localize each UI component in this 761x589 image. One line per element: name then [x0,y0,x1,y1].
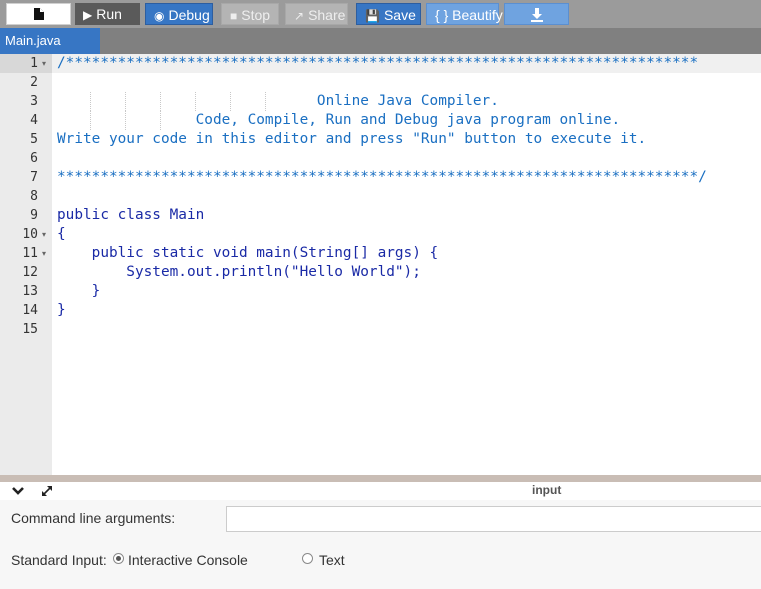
stop-icon: ■ [230,9,238,23]
input-panel-header: input [0,482,761,500]
beautify-label: { } Beautify [435,7,503,23]
line-number: 8 [30,189,38,204]
file-menu-button[interactable] [6,3,71,25]
code-line: } [57,302,66,318]
line-number: 4 [30,113,38,128]
play-icon: ▶ [83,8,93,22]
share-button[interactable]: ↗ Share [285,3,348,25]
tab-main-java[interactable]: Main.java [0,28,100,54]
code-line: /***************************************… [57,55,699,71]
file-icon [34,8,44,20]
toolbar: ▶ Run ◉ Debug ■ Stop ↗ Share 💾 Save { } Beaut… [0,0,761,28]
code-line: System.out.println("Hello World"); [57,264,421,280]
code-line: ****************************************… [57,169,707,185]
line-number: 14 [22,303,38,318]
code-line: } [57,283,101,299]
share-label: Share [308,7,346,23]
line-number: 6 [30,151,38,166]
floppy-disk-icon: 💾 [365,9,380,23]
code-editor[interactable]: 1 2 3 4 5 6 7 8 9 10 11 12 13 14 15 ▾ ▾ … [0,54,761,475]
line-number: 2 [30,75,38,90]
expand-icon[interactable] [40,484,54,498]
play-circle-icon: ◉ [154,9,165,23]
run-button[interactable]: ▶ Run [75,3,140,25]
code-line: Code, Compile, Run and Debug java progra… [57,112,621,128]
standard-input-label: Standard Input: [11,552,107,568]
download-icon [530,8,543,22]
fold-toggle-icon[interactable]: ▾ [42,225,46,244]
debug-button[interactable]: ◉ Debug [145,3,213,25]
line-number: 9 [30,208,38,223]
line-number: 10 [22,227,38,242]
fold-toggle-icon[interactable]: ▾ [42,54,46,73]
debug-label: Debug [168,7,210,23]
line-number: 15 [22,322,38,337]
text-option-label[interactable]: Text [319,552,345,568]
run-label: Run [96,6,122,22]
command-line-arguments-label: Command line arguments: [11,510,176,526]
line-number: 7 [30,170,38,185]
text-radio[interactable] [302,553,313,564]
input-panel-title: input [532,483,562,497]
line-number: 12 [22,265,38,280]
interactive-console-radio[interactable] [113,553,124,564]
code-line: public static void main(String[] args) { [57,245,439,261]
fold-toggle-icon[interactable]: ▾ [42,244,46,263]
save-button[interactable]: 💾 Save [356,3,421,25]
download-button[interactable] [504,3,569,25]
chevron-down-icon[interactable] [11,484,25,498]
line-number: 3 [30,94,38,109]
save-label: Save [383,7,416,23]
code-line: public class Main [57,207,205,223]
share-icon: ↗ [294,9,305,23]
command-line-arguments-input[interactable] [226,506,761,532]
input-panel: input Command line arguments: Standard I… [0,482,761,589]
line-number: 11 [22,246,38,261]
beautify-button[interactable]: { } Beautify [426,3,503,25]
stop-label: Stop [241,7,271,23]
line-number: 5 [30,132,38,147]
code-line: Online Java Compiler. [57,93,499,109]
interactive-console-label[interactable]: Interactive Console [128,552,248,568]
code-line: { [57,226,66,242]
stop-button[interactable]: ■ Stop [221,3,279,25]
file-tab-bar: Main.java [0,28,761,54]
line-number: 13 [22,284,38,299]
panel-resize-handle[interactable] [0,475,761,482]
code-line: Write your code in this editor and press… [57,131,647,147]
line-number: 1 [30,56,38,71]
